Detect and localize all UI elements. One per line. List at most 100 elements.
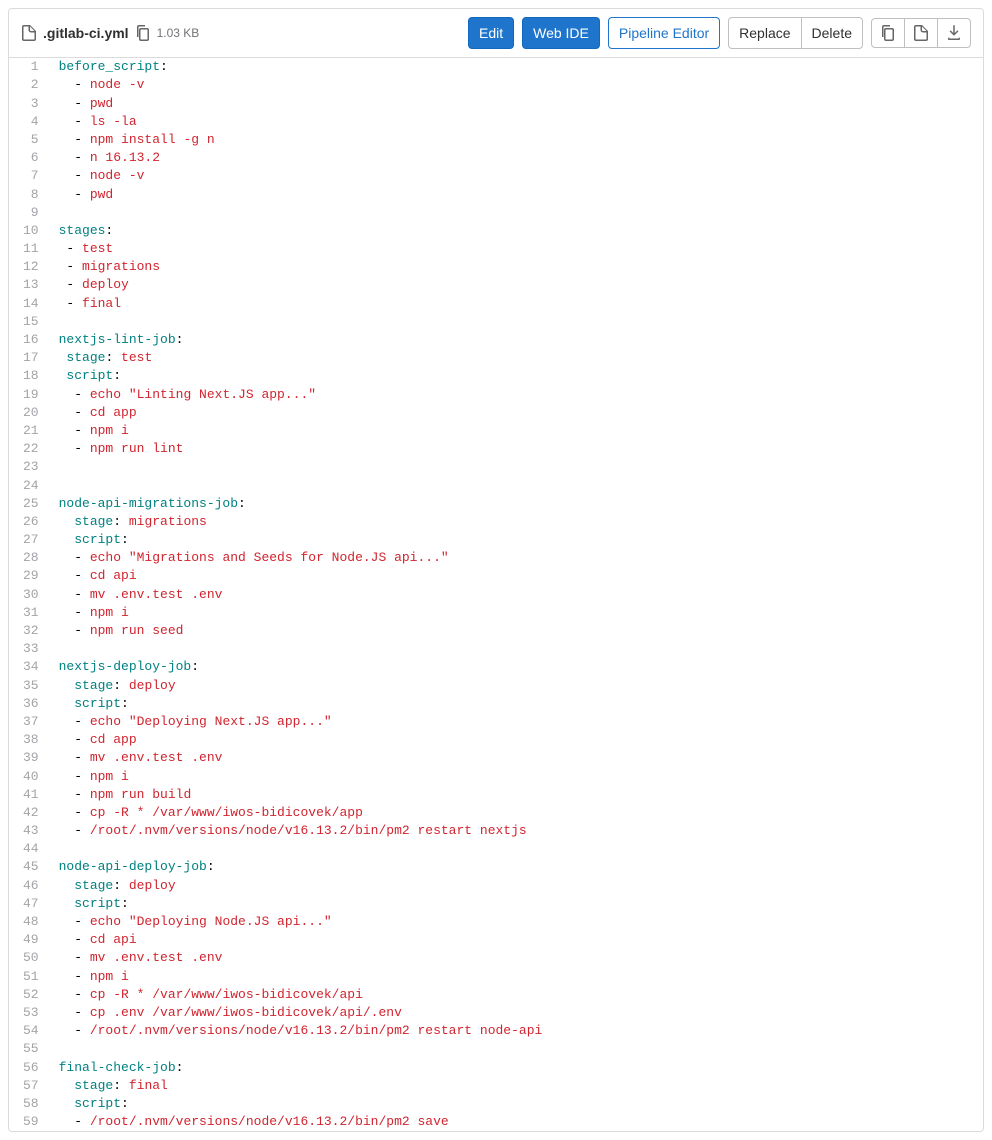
copy-contents-button[interactable] xyxy=(871,18,905,48)
line-number[interactable]: 24 xyxy=(9,477,49,495)
line-number[interactable]: 44 xyxy=(9,840,49,858)
download-button[interactable] xyxy=(937,18,971,48)
line-number[interactable]: 50 xyxy=(9,949,49,967)
line-number[interactable]: 28 xyxy=(9,549,49,567)
line-number[interactable]: 55 xyxy=(9,1040,49,1058)
line-number[interactable]: 9 xyxy=(9,204,49,222)
code-line: 27 script: xyxy=(9,531,983,549)
line-number[interactable]: 27 xyxy=(9,531,49,549)
code-line: 50 - mv .env.test .env xyxy=(9,949,983,967)
line-number[interactable]: 32 xyxy=(9,622,49,640)
line-number[interactable]: 6 xyxy=(9,149,49,167)
line-number[interactable]: 47 xyxy=(9,895,49,913)
line-number[interactable]: 22 xyxy=(9,440,49,458)
line-number[interactable]: 20 xyxy=(9,404,49,422)
line-number[interactable]: 48 xyxy=(9,913,49,931)
line-number[interactable]: 57 xyxy=(9,1077,49,1095)
line-number[interactable]: 41 xyxy=(9,786,49,804)
line-number[interactable]: 2 xyxy=(9,76,49,94)
line-number[interactable]: 4 xyxy=(9,113,49,131)
line-number[interactable]: 14 xyxy=(9,295,49,313)
web-ide-button[interactable]: Web IDE xyxy=(522,17,600,49)
line-number[interactable]: 5 xyxy=(9,131,49,149)
line-number[interactable]: 35 xyxy=(9,677,49,695)
line-number[interactable]: 30 xyxy=(9,586,49,604)
line-number[interactable]: 56 xyxy=(9,1059,49,1077)
action-buttons: Edit Web IDE Pipeline Editor Replace Del… xyxy=(468,17,971,49)
code-content: - cd app xyxy=(49,404,983,422)
line-number[interactable]: 19 xyxy=(9,386,49,404)
line-number[interactable]: 18 xyxy=(9,367,49,385)
line-number[interactable]: 54 xyxy=(9,1022,49,1040)
code-line: 47 script: xyxy=(9,895,983,913)
code-line: 10stages: xyxy=(9,222,983,240)
line-number[interactable]: 17 xyxy=(9,349,49,367)
line-number[interactable]: 3 xyxy=(9,95,49,113)
code-line: 21 - npm i xyxy=(9,422,983,440)
line-number[interactable]: 46 xyxy=(9,877,49,895)
line-number[interactable]: 10 xyxy=(9,222,49,240)
line-number[interactable]: 37 xyxy=(9,713,49,731)
line-number[interactable]: 38 xyxy=(9,731,49,749)
code-line: 57 stage: final xyxy=(9,1077,983,1095)
raw-button[interactable] xyxy=(904,18,938,48)
code-content xyxy=(49,458,983,476)
line-number[interactable]: 49 xyxy=(9,931,49,949)
line-number[interactable]: 11 xyxy=(9,240,49,258)
line-number[interactable]: 8 xyxy=(9,186,49,204)
edit-button[interactable]: Edit xyxy=(468,17,514,49)
line-number[interactable]: 33 xyxy=(9,640,49,658)
line-number[interactable]: 59 xyxy=(9,1113,49,1131)
delete-button[interactable]: Delete xyxy=(801,17,863,49)
code-content xyxy=(49,1040,983,1058)
line-number[interactable]: 1 xyxy=(9,58,49,76)
line-number[interactable]: 29 xyxy=(9,567,49,585)
code-content: - npm i xyxy=(49,604,983,622)
line-number[interactable]: 16 xyxy=(9,331,49,349)
line-number[interactable]: 34 xyxy=(9,658,49,676)
line-number[interactable]: 23 xyxy=(9,458,49,476)
code-line: 7 - node -v xyxy=(9,167,983,185)
line-number[interactable]: 13 xyxy=(9,276,49,294)
line-number[interactable]: 40 xyxy=(9,768,49,786)
code-line: 22 - npm run lint xyxy=(9,440,983,458)
copy-path-button[interactable] xyxy=(135,25,151,41)
code-line: 36 script: xyxy=(9,695,983,713)
replace-button[interactable]: Replace xyxy=(728,17,801,49)
code-content: - echo "Linting Next.JS app..." xyxy=(49,386,983,404)
line-number[interactable]: 21 xyxy=(9,422,49,440)
code-line: 46 stage: deploy xyxy=(9,877,983,895)
line-number[interactable]: 7 xyxy=(9,167,49,185)
line-number[interactable]: 53 xyxy=(9,1004,49,1022)
code-content xyxy=(49,640,983,658)
line-number[interactable]: 15 xyxy=(9,313,49,331)
code-content: script: xyxy=(49,695,983,713)
document-icon xyxy=(913,25,929,41)
line-number[interactable]: 39 xyxy=(9,749,49,767)
code-content: - n 16.13.2 xyxy=(49,149,983,167)
line-number[interactable]: 25 xyxy=(9,495,49,513)
line-number[interactable]: 52 xyxy=(9,986,49,1004)
line-number[interactable]: 51 xyxy=(9,968,49,986)
code-content: - npm i xyxy=(49,768,983,786)
line-number[interactable]: 43 xyxy=(9,822,49,840)
line-number[interactable]: 36 xyxy=(9,695,49,713)
code-line: 15 xyxy=(9,313,983,331)
code-content: - echo "Migrations and Seeds for Node.JS… xyxy=(49,549,983,567)
line-number[interactable]: 26 xyxy=(9,513,49,531)
line-number[interactable]: 31 xyxy=(9,604,49,622)
code-content: - echo "Deploying Node.JS api..." xyxy=(49,913,983,931)
code-content: stage: final xyxy=(49,1077,983,1095)
code-line: 39 - mv .env.test .env xyxy=(9,749,983,767)
code-line: 30 - mv .env.test .env xyxy=(9,586,983,604)
line-number[interactable]: 12 xyxy=(9,258,49,276)
pipeline-editor-button[interactable]: Pipeline Editor xyxy=(608,17,720,49)
code-content: - npm i xyxy=(49,968,983,986)
line-number[interactable]: 42 xyxy=(9,804,49,822)
code-content: - npm install -g n xyxy=(49,131,983,149)
code-content: script: xyxy=(49,531,983,549)
code-line: 3 - pwd xyxy=(9,95,983,113)
code-line: 43 - /root/.nvm/versions/node/v16.13.2/b… xyxy=(9,822,983,840)
line-number[interactable]: 45 xyxy=(9,858,49,876)
line-number[interactable]: 58 xyxy=(9,1095,49,1113)
